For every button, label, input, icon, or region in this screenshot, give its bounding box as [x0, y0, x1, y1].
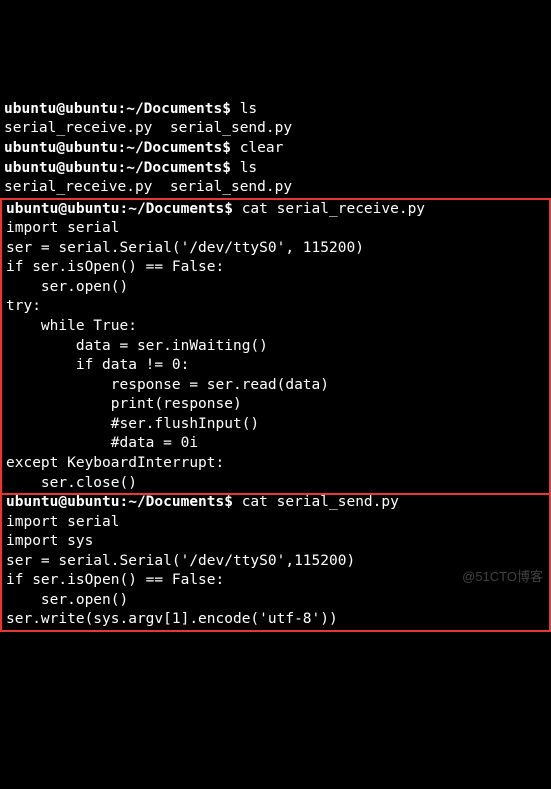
- code-line: ser.close(): [6, 475, 137, 491]
- code-line: print(response): [6, 396, 242, 412]
- code-line: if data != 0:: [6, 357, 189, 373]
- code-line: response = ser.read(data): [6, 377, 329, 393]
- code-line: if ser.isOpen() == False:: [6, 259, 224, 275]
- ls-output-2: serial_receive.py serial_send.py: [4, 179, 292, 195]
- code-line: import serial: [6, 514, 120, 530]
- code-line: ser = serial.Serial('/dev/ttyS0', 115200…: [6, 240, 364, 256]
- code-line: data = ser.inWaiting(): [6, 338, 268, 354]
- code-line: #ser.flushInput(): [6, 416, 259, 432]
- command-cat-receive: cat serial_receive.py: [242, 201, 425, 217]
- highlighted-box-receive: ubuntu@ubuntu:~/Documents$ cat serial_re…: [0, 198, 551, 495]
- shell-prompt: ubuntu@ubuntu:~/Documents$: [6, 494, 242, 510]
- shell-prompt: ubuntu@ubuntu:~/Documents$: [4, 160, 240, 176]
- command-clear: clear: [240, 140, 284, 156]
- shell-prompt: ubuntu@ubuntu:~/Documents$: [4, 101, 240, 117]
- code-line: #data = 0i: [6, 435, 198, 451]
- command-ls-1: ls: [240, 101, 257, 117]
- watermark-text: @51CTO博客: [462, 568, 543, 586]
- command-cat-send: cat serial_send.py: [242, 494, 399, 510]
- code-line: try:: [6, 298, 41, 314]
- command-ls-2: ls: [240, 160, 257, 176]
- code-line: ser.write(sys.argv[1].encode('utf-8')): [6, 611, 338, 627]
- code-line: if ser.isOpen() == False:: [6, 572, 224, 588]
- ls-output-1: serial_receive.py serial_send.py: [4, 120, 292, 136]
- highlighted-box-send: ubuntu@ubuntu:~/Documents$ cat serial_se…: [0, 493, 551, 632]
- terminal-output: ubuntu@ubuntu:~/Documents$ ls serial_rec…: [4, 80, 547, 651]
- shell-prompt: ubuntu@ubuntu:~/Documents$: [6, 201, 242, 217]
- code-line: import serial: [6, 220, 120, 236]
- code-line: while True:: [6, 318, 137, 334]
- code-line: ser = serial.Serial('/dev/ttyS0',115200): [6, 553, 355, 569]
- code-line: ser.open(): [6, 592, 128, 608]
- code-line: except KeyboardInterrupt:: [6, 455, 224, 471]
- code-line: ser.open(): [6, 279, 128, 295]
- code-line: import sys: [6, 533, 93, 549]
- shell-prompt: ubuntu@ubuntu:~/Documents$: [4, 140, 240, 156]
